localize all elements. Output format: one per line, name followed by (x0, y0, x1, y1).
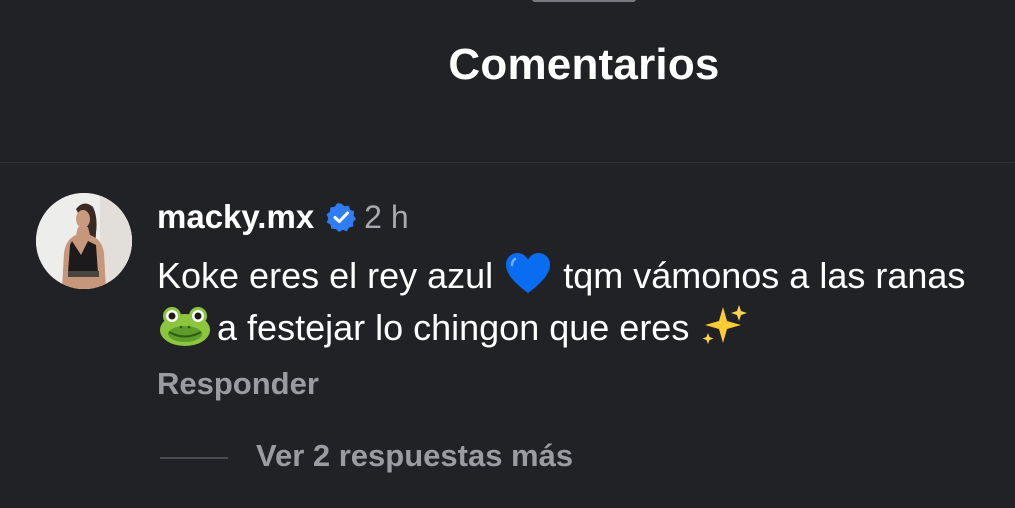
sparkles-emoji (699, 303, 749, 347)
comment-item: macky.mx 2 h Koke eres el rey azul tqm v… (157, 194, 1007, 354)
comments-sheet: Comentarios macky.mx 2 h Koke eres el re… (0, 0, 1015, 508)
blue-heart-emoji (503, 251, 553, 295)
comment-timestamp: 2 h (364, 198, 409, 235)
reply-button[interactable]: Responder (157, 366, 319, 402)
page-title: Comentarios (448, 40, 720, 89)
verified-badge-icon (326, 202, 357, 232)
header-divider (0, 162, 1015, 163)
comment-text-part: a festejar lo chingon que eres (217, 307, 690, 348)
comment-text: Koke eres el rey azul tqm vámonos a las … (157, 250, 1007, 354)
comment-header: macky.mx 2 h (157, 194, 1007, 240)
avatar-photo (36, 193, 132, 289)
comment-text-part: tqm vámonos a las ranas (563, 255, 966, 296)
avatar[interactable] (36, 193, 132, 289)
comment-text-part: Koke eres el rey azul (157, 255, 494, 296)
comment-username[interactable]: macky.mx (157, 198, 314, 236)
view-more-replies-button[interactable]: Ver 2 respuestas más (256, 438, 573, 474)
sheet-grab-handle[interactable] (532, 0, 636, 2)
frog-emoji (157, 303, 210, 347)
replies-divider-line (160, 457, 228, 459)
